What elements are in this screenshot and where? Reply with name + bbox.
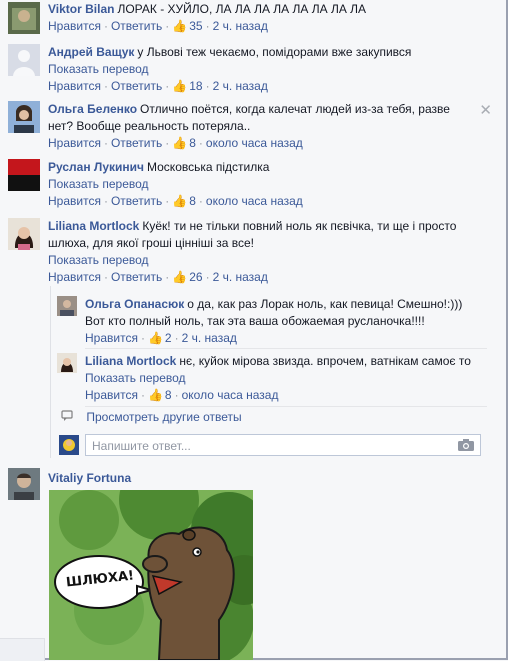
like-button[interactable]: Нравится bbox=[48, 19, 101, 33]
reply-input[interactable] bbox=[90, 437, 454, 455]
avatar[interactable] bbox=[8, 101, 40, 133]
comment: Viktor Bilan ЛОРАК - ХУЙЛО, ЛА ЛА ЛА ЛА Л… bbox=[8, 0, 500, 36]
reply-button[interactable]: Ответить bbox=[111, 194, 162, 208]
avatar[interactable] bbox=[57, 353, 77, 373]
comment: Андрей Ващук у Львові теж чекаємо, помідо… bbox=[8, 44, 500, 96]
like-count[interactable]: 8 bbox=[189, 194, 196, 208]
comment: Руслан Лукинич Московська підстилка Показ… bbox=[8, 159, 500, 211]
comment-time[interactable]: около часа назад bbox=[206, 136, 303, 150]
comment-time[interactable]: 2 ч. назад bbox=[213, 270, 268, 284]
like-count[interactable]: 18 bbox=[189, 79, 202, 93]
like-count-icon: 👍 bbox=[172, 79, 188, 93]
comment-author[interactable]: Vitaliy Fortuna bbox=[48, 471, 131, 485]
reply-time[interactable]: около часа назад bbox=[182, 388, 279, 402]
translate-link[interactable]: Показать перевод bbox=[48, 177, 149, 191]
close-icon[interactable]: ✕ bbox=[479, 101, 492, 119]
reply-time[interactable]: 2 ч. назад bbox=[182, 331, 237, 345]
replies-icon bbox=[61, 410, 73, 421]
like-button[interactable]: Нравится bbox=[48, 270, 101, 284]
comment: Liliana Mortlock Куёк! ти не тільки повни… bbox=[8, 218, 500, 286]
comment-text: Московська підстилка bbox=[147, 160, 270, 174]
like-count[interactable]: 8 bbox=[189, 136, 196, 150]
replies-thread: Ольга Опанасюк о да, как раз Лорак ноль, … bbox=[50, 286, 487, 458]
like-button[interactable]: Нравится bbox=[48, 79, 101, 93]
like-button[interactable]: Нравится bbox=[85, 388, 138, 402]
comment-time[interactable]: 2 ч. назад bbox=[213, 79, 268, 93]
like-button[interactable]: Нравится bbox=[85, 331, 138, 345]
reply-button[interactable]: Ответить bbox=[111, 79, 162, 93]
comment-text: ЛОРАК - ХУЙЛО, ЛА ЛА ЛА ЛА ЛА ЛА ЛА ЛА bbox=[117, 2, 367, 16]
reply-button[interactable]: Ответить bbox=[111, 270, 162, 284]
avatar[interactable] bbox=[8, 159, 40, 191]
reply: Ольга Опанасюк о да, как раз Лорак ноль, … bbox=[57, 296, 481, 348]
avatar[interactable] bbox=[8, 468, 40, 500]
attached-image[interactable]: ШЛЮХА! bbox=[49, 490, 253, 660]
avatar[interactable] bbox=[8, 218, 40, 250]
comment-time[interactable]: около часа назад bbox=[206, 194, 303, 208]
more-replies-link[interactable]: Просмотреть другие ответы bbox=[86, 410, 241, 424]
like-count[interactable]: 26 bbox=[189, 270, 202, 284]
translate-link[interactable]: Показать перевод bbox=[48, 62, 149, 76]
reply-author[interactable]: Liliana Mortlock bbox=[85, 354, 176, 368]
comment-author[interactable]: Андрей Ващук bbox=[48, 45, 134, 59]
like-count[interactable]: 35 bbox=[189, 19, 202, 33]
reply-text: нє, куйок мірова звизда. впрочем, ватнік… bbox=[179, 354, 471, 368]
comment-time[interactable]: 2 ч. назад bbox=[213, 19, 268, 33]
reply-button[interactable]: Ответить bbox=[111, 136, 162, 150]
reply-author[interactable]: Ольга Опанасюк bbox=[85, 297, 184, 311]
divider bbox=[85, 348, 487, 349]
like-count-icon: 👍 bbox=[172, 19, 188, 33]
comment-author[interactable]: Ольга Беленко bbox=[48, 102, 137, 116]
like-count-icon: 👍 bbox=[147, 388, 163, 402]
like-count-icon: 👍 bbox=[172, 136, 188, 150]
translate-link[interactable]: Показать перевод bbox=[85, 371, 186, 385]
comment-author[interactable]: Viktor Bilan bbox=[48, 2, 114, 16]
avatar[interactable] bbox=[57, 296, 77, 316]
translate-link[interactable]: Показать перевод bbox=[48, 253, 149, 267]
current-user-avatar[interactable] bbox=[59, 435, 79, 455]
reply-button[interactable]: Ответить bbox=[111, 19, 162, 33]
like-count-icon: 👍 bbox=[172, 194, 188, 208]
like-count-icon: 👍 bbox=[147, 331, 163, 345]
reply: Liliana Mortlock нє, куйок мірова звизда.… bbox=[57, 353, 481, 403]
comment-author[interactable]: Liliana Mortlock bbox=[48, 219, 139, 233]
avatar[interactable] bbox=[8, 44, 40, 76]
reply-box bbox=[85, 434, 481, 456]
like-button[interactable]: Нравится bbox=[48, 194, 101, 208]
like-count[interactable]: 2 bbox=[165, 331, 172, 345]
comment-text: у Львові теж чекаємо, помідорами вже зак… bbox=[137, 45, 412, 59]
more-replies-row[interactable]: Просмотреть другие ответы bbox=[61, 410, 242, 424]
camera-icon[interactable] bbox=[458, 438, 474, 451]
like-button[interactable]: Нравится bbox=[48, 136, 101, 150]
like-count[interactable]: 8 bbox=[165, 388, 172, 402]
divider bbox=[85, 406, 487, 407]
bottom-panel-tab[interactable] bbox=[0, 638, 45, 661]
comment-author[interactable]: Руслан Лукинич bbox=[48, 160, 144, 174]
avatar[interactable] bbox=[8, 2, 40, 34]
like-count-icon: 👍 bbox=[172, 270, 188, 284]
comment: Ольга Беленко Отлично поётся, когда калеч… bbox=[8, 101, 500, 153]
